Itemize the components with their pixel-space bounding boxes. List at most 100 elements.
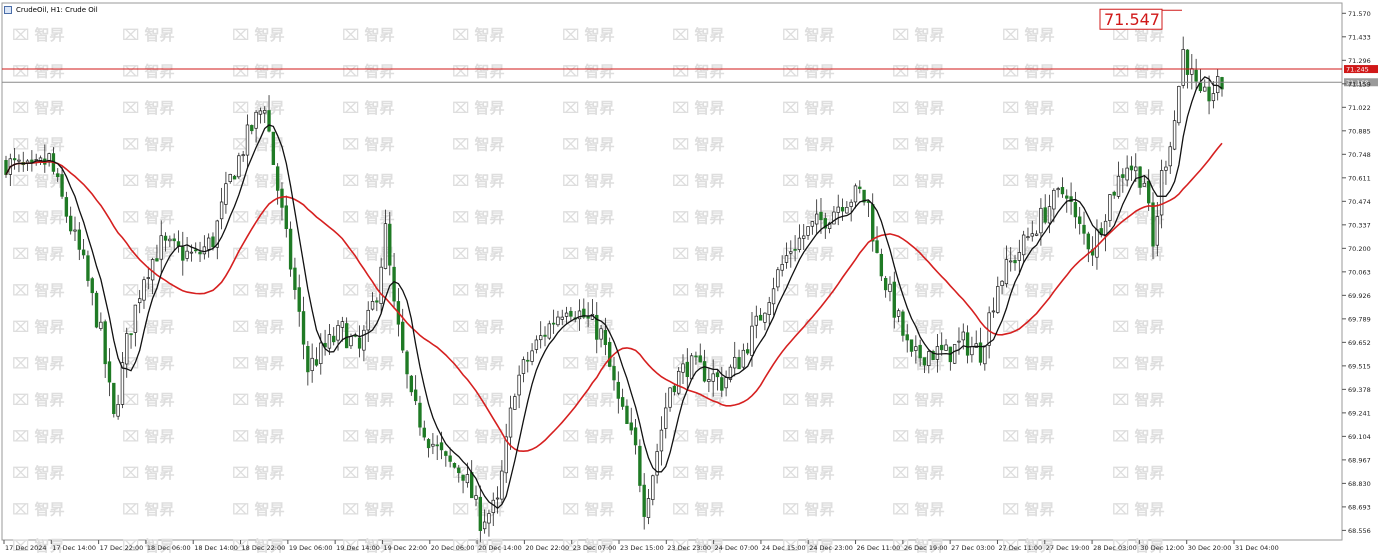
candle-bear xyxy=(1060,187,1065,195)
candle-bear xyxy=(1078,216,1082,224)
candle-bear xyxy=(715,372,720,378)
candle-bull xyxy=(142,279,146,301)
candle-bull xyxy=(73,229,77,232)
candle-bear xyxy=(129,333,133,336)
candle-bull xyxy=(1142,182,1147,187)
watermark-logo: ⌧ 智昇 xyxy=(232,282,285,300)
watermark-logo: ⌧ 智昇 xyxy=(782,355,835,373)
candle-bull xyxy=(530,350,534,362)
candle-bear xyxy=(405,351,409,375)
candle-bear xyxy=(758,314,763,321)
candle-bull xyxy=(556,316,560,326)
watermark-logo: ⌧ 智昇 xyxy=(782,428,835,446)
grid xyxy=(1,2,1343,541)
watermark-logo: ⌧ 智昇 xyxy=(892,245,945,263)
watermark-logo: ⌧ 智昇 xyxy=(122,172,175,190)
candle-bear xyxy=(526,359,530,362)
candle-bear xyxy=(871,204,875,242)
candle-bear xyxy=(620,397,625,407)
candle-bear xyxy=(569,310,573,317)
watermark-logo: ⌧ 智昇 xyxy=(672,464,725,482)
candle-bear xyxy=(905,334,909,341)
candle-bear xyxy=(978,342,983,363)
candle-bear xyxy=(163,235,168,241)
candle-bull xyxy=(849,201,853,207)
watermark-logo: ⌧ 智昇 xyxy=(1112,245,1165,263)
candle-bear xyxy=(392,266,396,302)
candle-bull xyxy=(1026,236,1030,239)
candle-bull xyxy=(845,206,849,214)
candle-bear xyxy=(694,355,698,358)
candle-bear xyxy=(288,228,293,270)
candle-bull xyxy=(1030,233,1034,237)
candle-bull xyxy=(521,359,526,374)
candle-bull xyxy=(664,407,668,429)
candle-bull xyxy=(99,321,103,329)
candle-bear xyxy=(413,389,418,402)
candle-bull xyxy=(1134,166,1138,172)
candle-bull xyxy=(159,235,163,260)
watermark-logo: ⌧ 智昇 xyxy=(452,282,505,300)
candle-bull xyxy=(733,356,737,369)
watermark-logo: ⌧ 智昇 xyxy=(452,99,505,117)
candle-bear xyxy=(629,422,633,431)
candle-bull xyxy=(120,362,125,405)
candle-bull xyxy=(836,206,840,213)
candle-bull xyxy=(707,379,711,382)
candle-bull xyxy=(564,312,569,317)
watermark-logo: ⌧ 智昇 xyxy=(672,318,725,336)
y-tick-label: 69.789 xyxy=(1348,315,1371,323)
candle-bear xyxy=(1121,174,1125,178)
candle-bear xyxy=(1194,69,1198,82)
candle-bull xyxy=(539,335,543,341)
x-tick-label: 19 Dec 14:00 xyxy=(336,544,380,552)
candle-bull xyxy=(789,251,793,254)
watermark-logo: ⌧ 智昇 xyxy=(122,464,175,482)
y-tick-label: 71.159 xyxy=(1348,80,1371,88)
candle-bull xyxy=(944,344,948,351)
y-tick-label: 71.296 xyxy=(1348,57,1371,65)
candle-bull xyxy=(362,329,366,351)
x-tick-label: 31 Dec 04:00 xyxy=(1235,544,1279,552)
candle-bear xyxy=(435,444,439,447)
candle-bear xyxy=(1043,207,1047,223)
candle-bear xyxy=(478,496,483,531)
candle-bear xyxy=(64,197,69,217)
x-tick-label: 24 Dec 23:00 xyxy=(809,544,853,552)
resistance-price-label: 71.245 xyxy=(1346,66,1369,74)
watermark-logo: ⌧ 智昇 xyxy=(122,136,175,154)
candle-bear xyxy=(357,337,362,349)
candle-bear xyxy=(858,186,862,189)
candle-bear xyxy=(883,277,888,291)
candle-bull xyxy=(754,315,758,326)
candle-bear xyxy=(426,439,431,449)
watermark-logo: ⌧ 智昇 xyxy=(782,63,835,81)
watermark-logo: ⌧ 智昇 xyxy=(1112,501,1165,519)
candle-bear xyxy=(1185,49,1190,75)
candle-bull xyxy=(1017,252,1022,261)
candle-bull xyxy=(224,183,228,205)
x-tick-label: 28 Dec 03:00 xyxy=(1093,544,1137,552)
candle-bull xyxy=(1052,189,1056,210)
candle-bull xyxy=(38,157,43,161)
y-tick-label: 70.200 xyxy=(1348,245,1371,253)
watermark-logo: ⌧ 智昇 xyxy=(1112,63,1165,81)
candlestick-chart[interactable]: ⌧ 智昇 ⌧ 智昇 ⌧ 智昇 ⌧ 智昇 ⌧ 智昇 ⌧ 智昇 ⌧ 智昇 ⌧ 智昇 ⌧ 智昇 ⌧ 智昇… xyxy=(0,0,1381,558)
candle-bear xyxy=(444,451,448,456)
candle-bear xyxy=(638,445,642,486)
candle-bull xyxy=(202,246,207,255)
candle-bear xyxy=(172,238,176,242)
time-axis: 17 Dec 2024 17 Dec 14:00 17 Dec 22:00 18 De… xyxy=(3,540,1279,552)
candle-bear xyxy=(1086,233,1091,250)
candle-bear xyxy=(461,474,465,481)
candle-bull xyxy=(133,304,138,333)
candle-bull xyxy=(814,213,819,225)
watermark-logo: ⌧ 智昇 xyxy=(892,209,945,227)
candle-bull xyxy=(961,331,965,341)
watermark-logo: ⌧ 智昇 xyxy=(1112,464,1165,482)
watermark-logo: ⌧ 智昇 xyxy=(782,501,835,519)
candle-bull xyxy=(534,339,539,350)
candle-bull xyxy=(1108,194,1112,221)
watermark-logo: ⌧ 智昇 xyxy=(12,464,65,482)
watermark-logo: ⌧ 智昇 xyxy=(1002,26,1055,44)
